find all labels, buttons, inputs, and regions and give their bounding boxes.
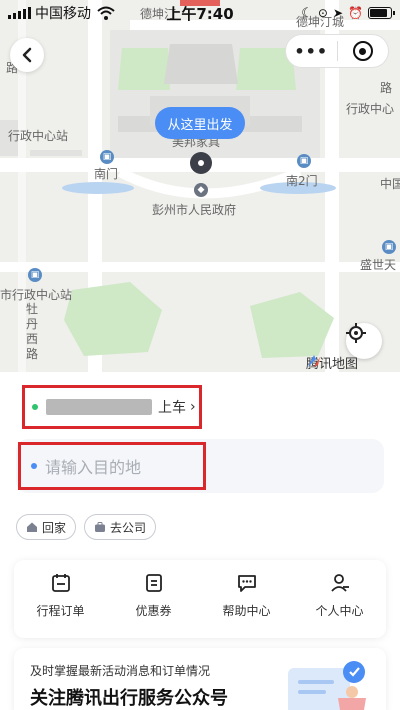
- banner-title: 关注腾讯出行服务公众号: [30, 688, 228, 709]
- chevron-right-icon: ›: [190, 399, 196, 415]
- back-button[interactable]: [10, 38, 44, 72]
- bus-stop-icon: ▣: [297, 154, 311, 168]
- status-bar: 中国移动 上午7:40 ☾ ⊙ ➤ ⏰: [0, 0, 400, 26]
- moon-icon: ☾: [301, 5, 313, 21]
- map-label-road-right: 路: [380, 81, 393, 95]
- map-label-china: 中国: [380, 177, 400, 191]
- destination-dot-icon: [31, 463, 37, 469]
- notification-illustration: [288, 661, 366, 710]
- carrier-name: 中国移动: [35, 6, 91, 22]
- trip-orders-label: 行程订单: [36, 604, 85, 618]
- home-shortcut-label: 回家: [42, 520, 67, 535]
- personal-center-button[interactable]: 个人中心: [293, 560, 386, 638]
- coupon-icon: [145, 574, 162, 592]
- trip-panel: 上车 › 请输入目的地 回家 去公司 行程订单 优惠券 帮助中心 个人中心 及时…: [0, 372, 400, 710]
- origin-address-redacted: [46, 399, 152, 415]
- calendar-icon: [51, 574, 70, 592]
- chevron-left-icon: [22, 47, 32, 63]
- coupons-label: 优惠券: [135, 604, 172, 618]
- map-label-station-left: 行政中心站: [8, 129, 69, 143]
- destination-placeholder: 请输入目的地: [45, 458, 142, 477]
- help-center-label: 帮助中心: [222, 604, 271, 618]
- origin-selector[interactable]: 上车 ›: [22, 385, 202, 429]
- map-label-government: 彭州市人民政府: [152, 203, 237, 217]
- help-center-button[interactable]: 帮助中心: [200, 560, 293, 638]
- battery-icon: [368, 7, 395, 19]
- map-label-south-gate: 南门: [94, 167, 119, 181]
- banner-subtitle: 及时掌握最新活动消息和订单情况: [30, 664, 211, 678]
- crosshair-icon: [346, 323, 366, 343]
- location-arrow-icon: ➤: [332, 6, 344, 20]
- map-label-vertical-road: 牡丹西路: [25, 302, 38, 361]
- lock-rotation-icon: ⊙: [317, 6, 328, 20]
- map-label-shengshi: 盛世天: [360, 258, 397, 272]
- close-mini-program-button[interactable]: [337, 41, 388, 61]
- tencent-map-logo-icon: [308, 355, 320, 367]
- person-icon: [330, 574, 349, 592]
- coupons-button[interactable]: 优惠券: [107, 560, 200, 638]
- chat-bubble-icon: [237, 575, 256, 592]
- wifi-icon: [97, 6, 115, 20]
- bus-stop-icon: ▣: [28, 268, 42, 282]
- mini-program-capsule: •••: [285, 34, 389, 68]
- landmark-icon: ◆: [194, 183, 208, 197]
- map-brand: 腾讯地图: [306, 353, 358, 372]
- alarm-icon: ⏰: [348, 6, 363, 20]
- home-icon: [27, 522, 37, 532]
- work-shortcut-button[interactable]: 去公司: [84, 514, 157, 540]
- depart-here-bubble[interactable]: 从这里出发: [155, 107, 245, 139]
- signal-icon: [8, 7, 31, 19]
- destination-input[interactable]: 请输入目的地: [18, 442, 206, 490]
- briefcase-icon: [95, 522, 106, 532]
- home-shortcut-button[interactable]: 回家: [16, 514, 77, 540]
- shortcut-chips: 回家 去公司: [16, 514, 157, 540]
- more-button[interactable]: •••: [286, 42, 337, 61]
- work-shortcut-label: 去公司: [110, 520, 147, 535]
- map-label-south-gate-2: 南2门: [286, 174, 318, 188]
- target-icon: [352, 41, 373, 61]
- origin-suffix-label: 上车: [158, 400, 186, 416]
- bus-stop-icon: ▣: [382, 240, 396, 254]
- map-label-station-full: 市行政中心站: [0, 288, 73, 302]
- bus-stop-icon: ▣: [100, 150, 114, 164]
- map-label-station-right: 行政中心: [346, 102, 395, 116]
- follow-account-banner[interactable]: 及时掌握最新活动消息和订单情况 关注腾讯出行服务公众号: [14, 648, 386, 710]
- battery-fill: [370, 9, 387, 17]
- trip-orders-button[interactable]: 行程订单: [14, 560, 107, 638]
- personal-center-label: 个人中心: [315, 604, 364, 618]
- pickup-pin-icon[interactable]: [190, 152, 212, 174]
- service-grid: 行程订单 优惠券 帮助中心 个人中心: [14, 560, 386, 638]
- origin-dot-icon: [32, 404, 38, 410]
